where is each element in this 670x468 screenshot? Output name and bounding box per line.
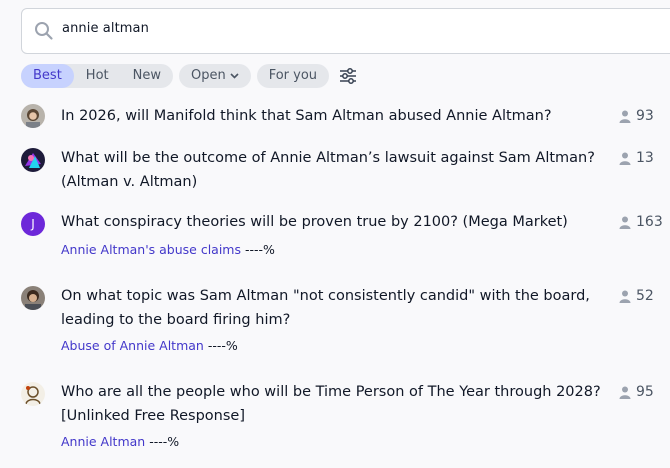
trader-count: 93 [619, 104, 654, 128]
user-art-icon [21, 148, 45, 172]
avatar[interactable] [21, 148, 45, 172]
list-item[interactable]: J What conspiracy theories will be prove… [21, 210, 670, 260]
search-input[interactable]: annie altman [62, 21, 149, 36]
list-item[interactable]: Who are all the people who will be Time … [21, 380, 670, 454]
answer-option[interactable]: Annie Altman's abuse claims ----% [61, 241, 275, 259]
search-box[interactable]: annie altman [21, 8, 670, 54]
user-icon [619, 386, 631, 399]
feed-filter-button[interactable]: For you [256, 64, 330, 88]
filter-settings-icon[interactable] [339, 68, 357, 84]
question-title[interactable]: Who are all the people who will be Time … [61, 380, 601, 428]
question-title[interactable]: What will be the outcome of Annie Altman… [61, 146, 601, 194]
user-icon [619, 290, 631, 303]
chevron-down-icon [230, 64, 239, 88]
status-filter-label: Open [190, 68, 226, 83]
tab-hot[interactable]: Hot [74, 64, 121, 88]
user-icon [619, 152, 631, 165]
answer-option[interactable]: Annie Altman ----% [61, 433, 179, 451]
user-drawing-icon [21, 382, 45, 406]
trader-count-value: 52 [636, 288, 654, 304]
question-title[interactable]: On what topic was Sam Altman "not consis… [61, 284, 601, 332]
user-photo-icon [21, 286, 45, 310]
avatar[interactable] [21, 104, 45, 128]
trader-count: 13 [619, 146, 654, 170]
trader-count-value: 13 [636, 150, 654, 166]
user-photo-icon [21, 104, 45, 128]
feed-filter-label: For you [268, 68, 318, 83]
list-item[interactable]: On what topic was Sam Altman "not consis… [21, 284, 670, 358]
answer-label: Abuse of Annie Altman [61, 338, 204, 353]
avatar[interactable] [21, 286, 45, 310]
tab-new[interactable]: New [121, 64, 173, 88]
search-icon [34, 21, 54, 45]
answer-label: Annie Altman [61, 434, 146, 449]
answer-probability: ----% [207, 338, 238, 353]
avatar[interactable] [21, 382, 45, 406]
trader-count: 163 [619, 210, 663, 234]
question-title[interactable]: What conspiracy theories will be proven … [61, 210, 601, 234]
question-title[interactable]: In 2026, will Manifold think that Sam Al… [61, 104, 601, 128]
sort-tabs: Best Hot New [21, 64, 173, 88]
trader-count-value: 93 [636, 108, 654, 124]
answer-probability: ----% [149, 434, 180, 449]
avatar[interactable]: J [21, 212, 45, 236]
avatar-letter: J [31, 217, 35, 231]
answer-label: Annie Altman's abuse claims [61, 242, 241, 257]
user-icon [619, 216, 631, 229]
list-item[interactable]: What will be the outcome of Annie Altman… [21, 146, 670, 196]
list-item[interactable]: In 2026, will Manifold think that Sam Al… [21, 104, 670, 134]
status-filter-dropdown[interactable]: Open [178, 64, 251, 88]
answer-probability: ----% [245, 242, 275, 257]
user-icon [619, 110, 631, 123]
trader-count: 95 [619, 380, 654, 404]
answer-option[interactable]: Abuse of Annie Altman ----% [61, 337, 238, 355]
filter-bar: Best Hot New Open For you [21, 64, 357, 88]
trader-count: 52 [619, 284, 654, 308]
trader-count-value: 163 [636, 214, 663, 230]
tab-best[interactable]: Best [21, 64, 74, 88]
trader-count-value: 95 [636, 384, 654, 400]
